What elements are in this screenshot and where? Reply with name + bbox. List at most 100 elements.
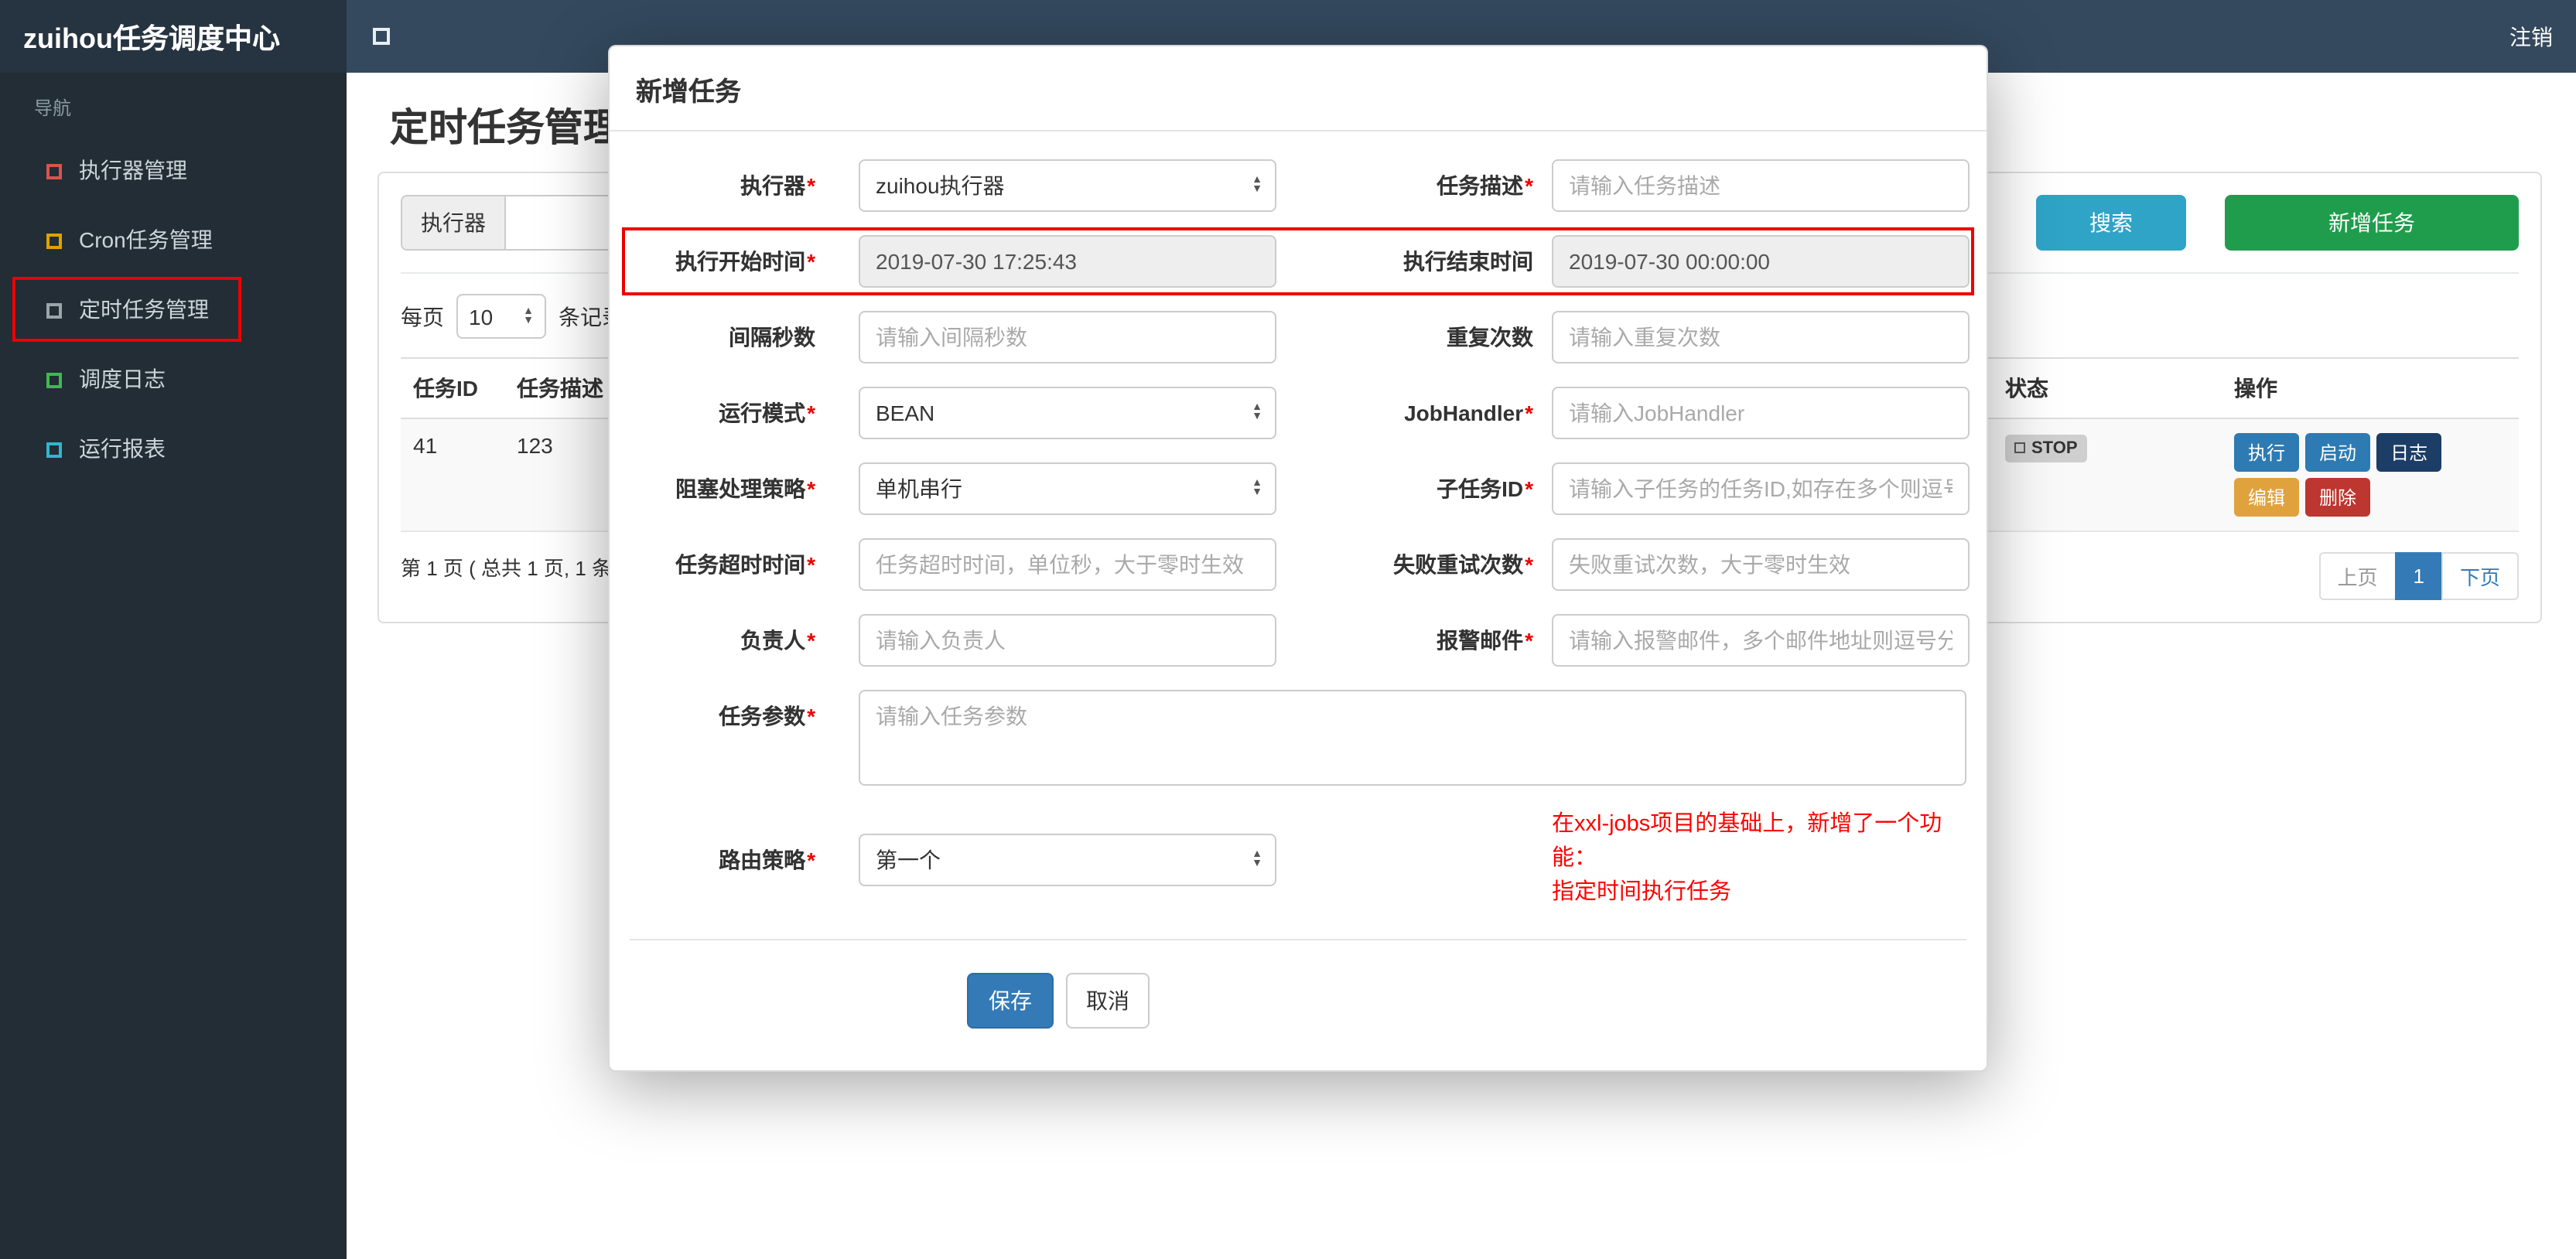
sidebar-item-timed-task-manage[interactable]: 定时任务管理 (0, 275, 347, 345)
select-value: zuihou执行器 (876, 173, 1005, 198)
owner-input[interactable] (859, 614, 1276, 667)
page-size-select[interactable]: 10 ▲ ▼ (456, 294, 546, 339)
cell-job-id: 41 (413, 433, 438, 458)
column-header-status: 状态 (2005, 376, 2048, 401)
executor-field-label: 执行器 * (740, 173, 815, 198)
next-page-button[interactable]: 下页 (2441, 552, 2519, 600)
square-icon (46, 163, 62, 179)
fail-retry-input[interactable] (1552, 538, 1970, 591)
repeat-count-input[interactable] (1552, 311, 1970, 363)
cell-operations: 执行 启动 日志 编辑 删除 (2222, 419, 2519, 531)
select-value: 第一个 (876, 847, 941, 872)
modal-body: 执行器* zuihou执行器 ▲▼ 任务描述* 执行开始时间* 执行结束时间 间… (610, 131, 1987, 910)
modal-title: 新增任务 (636, 77, 741, 107)
job-param-field-label: 任务参数 * (719, 704, 815, 728)
route-strategy-select[interactable]: 第一个 ▲ ▼ (859, 833, 1276, 886)
status-badge-label: STOP (2031, 438, 2078, 457)
form-row-job-param: 任务参数 * (630, 690, 1966, 786)
column-header-job-id: 任务ID (413, 376, 478, 401)
job-handler-input[interactable] (1552, 387, 1970, 439)
search-button[interactable]: 搜索 (2036, 195, 2186, 251)
sidebar-item-run-report[interactable]: 运行报表 (0, 415, 347, 484)
timeout-input[interactable] (859, 538, 1276, 591)
sidebar-item-label: 调度日志 (79, 367, 166, 391)
app-root: zuihou任务调度中心 注销 导航 执行器管理 Cron任务管理 定时任务管理… (0, 0, 2576, 1259)
sidebar: 导航 执行器管理 Cron任务管理 定时任务管理 调度日志 运行报表 (0, 73, 347, 1259)
block-strategy-field-label: 阻塞处理策略 * (675, 476, 815, 501)
child-job-field-label: 子任务ID * (1437, 476, 1533, 501)
feature-note-text: 在xxl-jobs项目的基础上，新增了一个功能： 指定时间执行任务 (1552, 812, 1942, 904)
required-asterisk: * (1525, 173, 1533, 198)
save-button[interactable]: 保存 (967, 973, 1054, 1029)
select-arrows-icon: ▲ ▼ (523, 305, 534, 326)
form-row-owner-email: 负责人* 报警邮件* (630, 614, 1970, 667)
interval-field-label: 间隔秒数 (729, 325, 815, 350)
select-arrows-icon: ▲ ▼ (1252, 478, 1262, 498)
brand-title[interactable]: zuihou任务调度中心 (0, 0, 347, 73)
job-desc-field-label: 任务描述 * (1437, 173, 1533, 198)
sidebar-toggle-icon[interactable] (373, 28, 390, 45)
alarm-email-input[interactable] (1552, 614, 1970, 667)
start-time-input[interactable] (859, 235, 1276, 288)
required-asterisk: * (807, 847, 815, 872)
required-asterisk: * (1525, 628, 1533, 653)
add-task-modal: 新增任务 执行器* zuihou执行器 ▲▼ 任务描述* 执行开始时间* 执行结… (608, 45, 1988, 1073)
select-arrows-icon: ▲ ▼ (1252, 175, 1262, 195)
run-mode-select[interactable]: BEAN ▲ ▼ (859, 387, 1276, 439)
alarm-email-field-label: 报警邮件 * (1437, 628, 1533, 653)
square-icon (46, 372, 62, 387)
form-row-interval-repeat: 间隔秒数 重复次数 (630, 311, 1970, 363)
form-row-runmode-handler: 运行模式 * BEAN ▲ ▼ JobHandler * (630, 387, 1970, 439)
form-row-executor: 执行器 * zuihou执行器 ▲ ▼ 任务描述 * (630, 159, 1970, 212)
sidebar-item-dispatch-log[interactable]: 调度日志 (0, 345, 347, 415)
required-asterisk: * (807, 704, 815, 728)
required-asterisk: * (807, 249, 815, 274)
square-icon (46, 442, 62, 457)
required-asterisk: * (1525, 476, 1533, 501)
modal-header: 新增任务 (610, 46, 1987, 131)
sidebar-item-label: Cron任务管理 (79, 227, 213, 252)
run-button[interactable]: 执行 (2234, 433, 2300, 472)
job-param-textarea[interactable] (859, 690, 1966, 786)
route-strategy-field-label: 路由策略 * (719, 847, 815, 872)
select-arrows-icon: ▲ ▼ (1252, 402, 1262, 422)
form-row-exec-time: 执行开始时间* 执行结束时间 (622, 227, 1974, 295)
executor-select[interactable]: zuihou执行器 ▲ ▼ (859, 159, 1276, 212)
square-icon (46, 233, 62, 248)
job-desc-input[interactable] (1552, 159, 1970, 212)
owner-field-label: 负责人 * (740, 628, 815, 653)
child-job-id-input[interactable] (1552, 462, 1970, 515)
form-row-block-childjob: 阻塞处理策略 * 单机串行 ▲ ▼ 子任务ID * (630, 462, 1970, 515)
required-asterisk: * (807, 476, 815, 501)
modal-footer: 保存 取消 (630, 939, 1966, 1071)
cancel-button[interactable]: 取消 (1066, 973, 1150, 1029)
sidebar-item-label: 定时任务管理 (79, 297, 209, 322)
required-asterisk: * (1525, 552, 1533, 577)
block-strategy-select[interactable]: 单机串行 ▲ ▼ (859, 462, 1276, 515)
delete-button[interactable]: 删除 (2305, 478, 2371, 517)
prev-page-button[interactable]: 上页 (2318, 552, 2397, 600)
required-asterisk: * (807, 552, 815, 577)
cell-status: STOP (1993, 419, 2222, 476)
current-page-button[interactable]: 1 (2394, 552, 2443, 600)
interval-seconds-input[interactable] (859, 311, 1276, 363)
add-task-button[interactable]: 新增任务 (2225, 195, 2519, 251)
required-asterisk: * (1525, 401, 1533, 425)
end-time-input[interactable] (1552, 235, 1970, 288)
logout-link[interactable]: 注销 (2509, 21, 2553, 52)
start-time-field-label: 执行开始时间 * (675, 249, 815, 274)
start-button[interactable]: 启动 (2305, 433, 2371, 472)
edit-button[interactable]: 编辑 (2234, 478, 2300, 517)
pagination: 上页 1 下页 (2318, 552, 2519, 600)
timeout-field-label: 任务超时时间 * (675, 552, 815, 577)
sidebar-section-label: 导航 (34, 97, 72, 119)
log-button[interactable]: 日志 (2376, 433, 2442, 472)
required-asterisk: * (807, 401, 815, 425)
sidebar-item-executor-manage[interactable]: 执行器管理 (0, 136, 347, 206)
sidebar-item-cron-task-manage[interactable]: Cron任务管理 (0, 206, 347, 275)
page-size-prefix-label: 每页 (401, 304, 444, 329)
square-icon (46, 302, 62, 318)
sidebar-item-label: 运行报表 (79, 436, 166, 461)
sidebar-menu: 执行器管理 Cron任务管理 定时任务管理 调度日志 运行报表 (0, 136, 347, 484)
repeat-field-label: 重复次数 (1447, 325, 1533, 350)
